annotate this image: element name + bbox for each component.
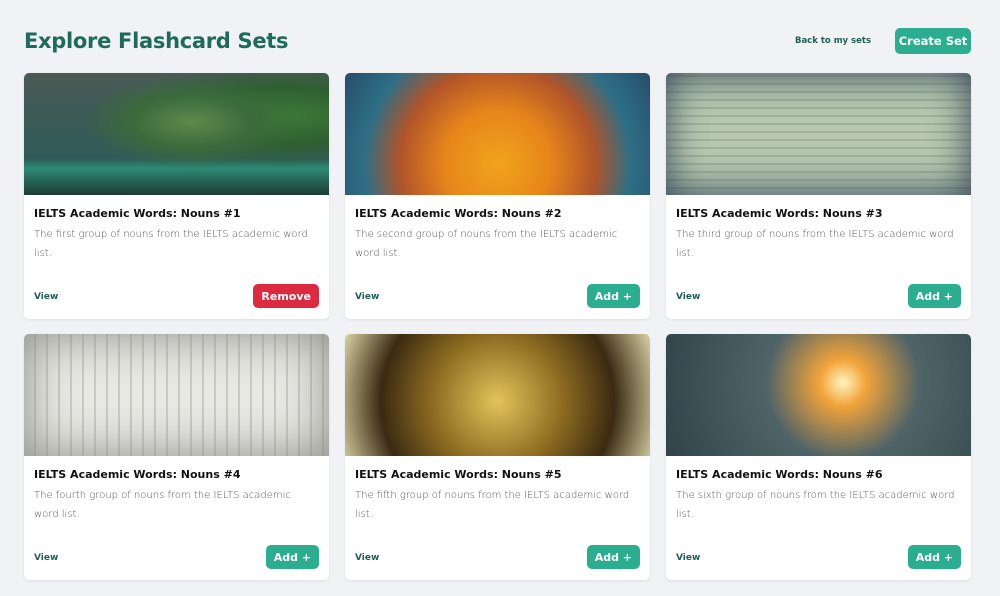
set-description: The sixth group of nouns from the IELTS …: [676, 490, 955, 520]
set-title: IELTS Academic Words: Nouns #2: [355, 207, 562, 220]
set-description: The fourth group of nouns from the IELTS…: [34, 490, 291, 520]
view-link[interactable]: View: [34, 292, 58, 302]
create-set-button[interactable]: Create Set: [895, 28, 971, 54]
set-cover-image: [345, 73, 650, 195]
add-button[interactable]: Add +: [586, 284, 640, 308]
view-link[interactable]: View: [355, 553, 379, 563]
set-description: The second group of nouns from the IELTS…: [355, 229, 618, 259]
page-header: Explore Flashcard Sets Back to my sets C…: [24, 26, 971, 56]
set-title: IELTS Academic Words: Nouns #1: [34, 207, 241, 220]
view-link[interactable]: View: [676, 292, 700, 302]
flashcard-set-card: IELTS Academic Words: Nouns #6 The sixth…: [666, 334, 971, 580]
set-title: IELTS Academic Words: Nouns #3: [676, 207, 883, 220]
set-description: The fifth group of nouns from the IELTS …: [355, 490, 630, 520]
add-button[interactable]: Add +: [907, 545, 961, 569]
set-title: IELTS Academic Words: Nouns #4: [34, 468, 241, 481]
view-link[interactable]: View: [676, 553, 700, 563]
set-title: IELTS Academic Words: Nouns #5: [355, 468, 562, 481]
flashcard-set-card: IELTS Academic Words: Nouns #3 The third…: [666, 73, 971, 319]
add-button[interactable]: Add +: [265, 545, 319, 569]
set-cover-image: [24, 73, 329, 195]
remove-button[interactable]: Remove: [253, 284, 319, 308]
page-title: Explore Flashcard Sets: [24, 29, 289, 53]
flashcard-set-card: IELTS Academic Words: Nouns #5 The fifth…: [345, 334, 650, 580]
add-button[interactable]: Add +: [586, 545, 640, 569]
add-button[interactable]: Add +: [907, 284, 961, 308]
view-link[interactable]: View: [355, 292, 379, 302]
set-description: The first group of nouns from the IELTS …: [34, 229, 308, 259]
flashcard-set-card: IELTS Academic Words: Nouns #4 The fourt…: [24, 334, 329, 580]
set-description: The third group of nouns from the IELTS …: [676, 229, 954, 259]
flashcard-set-card: IELTS Academic Words: Nouns #1 The first…: [24, 73, 329, 319]
set-cover-image: [24, 334, 329, 456]
set-cover-image: [666, 334, 971, 456]
set-cover-image: [666, 73, 971, 195]
view-link[interactable]: View: [34, 553, 58, 563]
set-title: IELTS Academic Words: Nouns #6: [676, 468, 883, 481]
set-cover-image: [345, 334, 650, 456]
flashcard-set-card: IELTS Academic Words: Nouns #2 The secon…: [345, 73, 650, 319]
back-to-my-sets-link[interactable]: Back to my sets: [795, 36, 871, 46]
flashcard-set-grid: IELTS Academic Words: Nouns #1 The first…: [24, 73, 971, 580]
